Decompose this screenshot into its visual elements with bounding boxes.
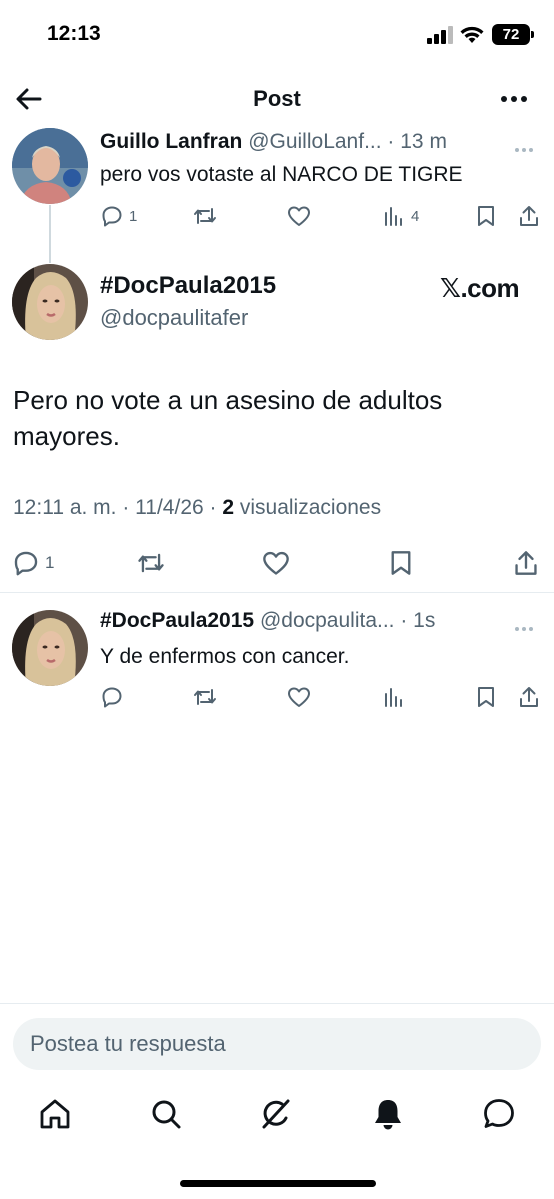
bottom-nav bbox=[0, 1090, 554, 1150]
like-button[interactable] bbox=[287, 683, 311, 711]
author-name[interactable]: Guillo Lanfran bbox=[100, 130, 242, 153]
thread-connector bbox=[49, 205, 51, 263]
post-metadata: 12:11 a. m. · 11/4/26 · 2 visualizacione… bbox=[13, 496, 381, 520]
views-count: 4 bbox=[411, 207, 420, 225]
post-time: · 1s bbox=[400, 609, 436, 632]
bookmark-icon bbox=[478, 687, 494, 707]
reply-icon bbox=[102, 206, 122, 227]
views-count: 2 bbox=[222, 496, 235, 519]
home-indicator bbox=[180, 1180, 376, 1187]
retweet-icon bbox=[138, 553, 164, 573]
messages-icon[interactable] bbox=[481, 1096, 517, 1132]
author-handle[interactable]: @docpaulita... bbox=[260, 609, 395, 632]
author-name[interactable]: #DocPaula2015 bbox=[100, 609, 254, 632]
post-options-icon[interactable] bbox=[515, 618, 543, 631]
retweet-button[interactable] bbox=[192, 202, 218, 230]
grok-icon[interactable] bbox=[258, 1096, 294, 1132]
reply-button[interactable] bbox=[101, 683, 123, 711]
bookmark-icon bbox=[391, 551, 411, 575]
status-bar: 12:13 72 bbox=[0, 0, 554, 70]
share-button[interactable] bbox=[513, 549, 539, 577]
post-text: Pero no vote a un asesino de adultos may… bbox=[13, 385, 443, 451]
divider bbox=[0, 1003, 554, 1004]
battery-tip bbox=[531, 31, 534, 38]
home-icon[interactable] bbox=[37, 1096, 73, 1132]
retweet-button[interactable] bbox=[192, 683, 218, 711]
like-button[interactable] bbox=[287, 202, 311, 230]
avatar[interactable] bbox=[12, 610, 88, 686]
cellular-signal-icon bbox=[427, 26, 455, 44]
wifi-icon bbox=[460, 26, 484, 43]
reply-placeholder: Postea tu respuesta bbox=[30, 1031, 226, 1056]
share-button[interactable] bbox=[518, 202, 540, 230]
reply-button[interactable]: 1 bbox=[101, 202, 137, 230]
like-icon bbox=[263, 551, 289, 575]
reply-icon bbox=[14, 551, 38, 576]
views-button[interactable] bbox=[383, 683, 405, 711]
share-icon bbox=[520, 687, 538, 707]
retweet-icon bbox=[194, 689, 216, 705]
reply-input[interactable]: Postea tu respuesta bbox=[13, 1018, 541, 1070]
bookmark-button[interactable] bbox=[476, 683, 496, 711]
reply-header: Guillo Lanfran @GuilloLanf... · 13 m bbox=[100, 130, 447, 154]
post-time: · 13 m bbox=[387, 130, 447, 153]
page-title: Post bbox=[253, 86, 301, 111]
reply-button[interactable]: 1 bbox=[13, 549, 54, 577]
avatar[interactable] bbox=[12, 264, 88, 340]
share-icon bbox=[520, 206, 538, 226]
battery-indicator: 72 bbox=[492, 24, 530, 45]
bookmark-button[interactable] bbox=[389, 549, 413, 577]
author-name[interactable]: #DocPaula2015 bbox=[100, 272, 276, 300]
author-handle[interactable]: @GuilloLanf... bbox=[248, 130, 381, 153]
share-button[interactable] bbox=[518, 683, 540, 711]
post-text: pero vos votaste al NARCO DE TIGRE bbox=[100, 163, 463, 186]
views-icon bbox=[385, 207, 402, 226]
reply-count: 1 bbox=[45, 553, 55, 572]
retweet-icon bbox=[194, 208, 216, 224]
notifications-icon[interactable] bbox=[370, 1096, 406, 1132]
reply-header: #DocPaula2015 @docpaulita... · 1s bbox=[100, 609, 435, 633]
bookmark-button[interactable] bbox=[476, 202, 496, 230]
reply-icon bbox=[102, 687, 122, 708]
author-handle[interactable]: @docpaulitafer bbox=[100, 305, 248, 331]
x-logo-icon: 𝕏 bbox=[440, 274, 461, 304]
divider bbox=[0, 592, 554, 593]
retweet-button[interactable] bbox=[136, 549, 166, 577]
post-options-icon[interactable] bbox=[515, 139, 543, 152]
more-icon[interactable] bbox=[494, 82, 534, 116]
search-icon[interactable] bbox=[148, 1096, 184, 1132]
like-button[interactable] bbox=[262, 549, 290, 577]
views-label[interactable]: visualizaciones bbox=[234, 496, 381, 519]
like-icon bbox=[288, 687, 310, 707]
bookmark-icon bbox=[478, 206, 494, 226]
views-icon bbox=[385, 688, 402, 707]
like-icon bbox=[288, 206, 310, 226]
status-time: 12:13 bbox=[47, 22, 101, 45]
x-com-badge: 𝕏.com bbox=[440, 273, 520, 304]
reply-count: 1 bbox=[129, 207, 138, 225]
avatar[interactable] bbox=[12, 128, 88, 204]
views-button[interactable]: 4 bbox=[383, 202, 419, 230]
top-header: Post bbox=[0, 74, 554, 124]
share-icon bbox=[515, 551, 537, 575]
post-timestamp: 12:11 a. m. · 11/4/26 · bbox=[13, 496, 223, 519]
post-text: Y de enfermos con cancer. bbox=[100, 645, 350, 668]
